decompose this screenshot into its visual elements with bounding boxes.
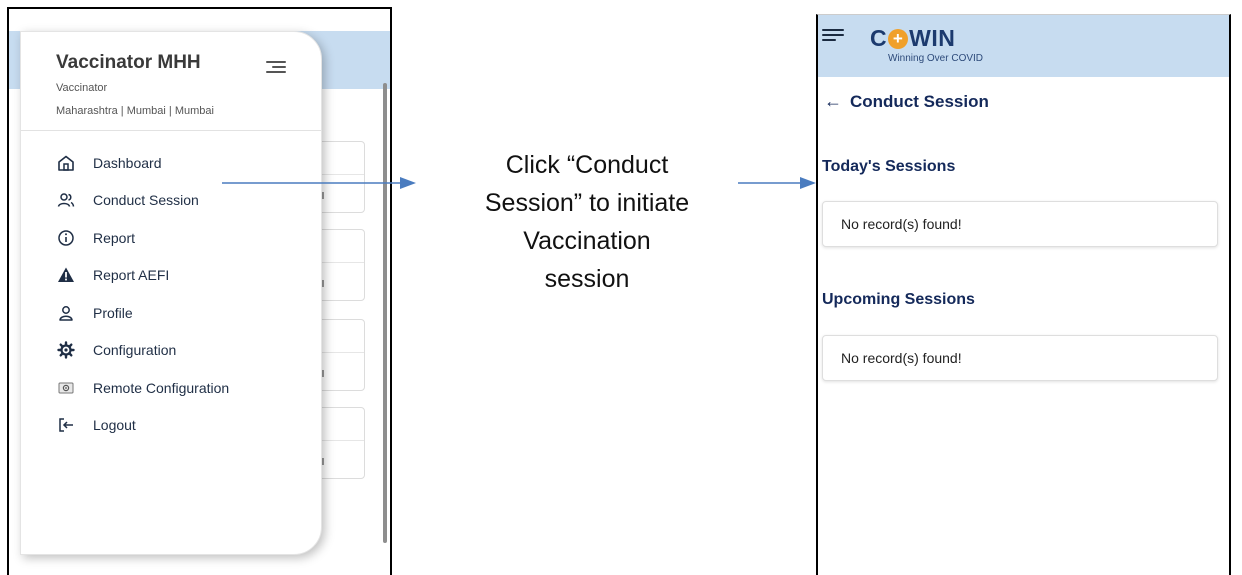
menu-item-label: Report AEFI — [93, 267, 170, 284]
section-title-today: Today's Sessions — [822, 158, 956, 175]
logo-tagline: Winning Over COVID — [888, 53, 984, 64]
menu-item-profile[interactable]: Profile — [21, 294, 321, 332]
logo-suffix: WIN — [909, 25, 956, 51]
instruction-line: Session” to initiate — [484, 189, 690, 217]
menu-item-label: Dashboard — [93, 154, 162, 171]
drawer-divider — [21, 130, 321, 131]
drawer-user-name: Vaccinator MHH — [56, 52, 201, 73]
instruction-line: Vaccination — [523, 227, 651, 255]
logo-prefix: C — [870, 25, 888, 51]
left-phone-screen: Vaccinator MHH Vaccinator Maharashtra | … — [7, 7, 392, 575]
menu-item-configuration[interactable]: Configuration — [21, 332, 321, 370]
right-phone-screen: C + WIN Winning Over COVID ← Conduct Ses… — [816, 14, 1231, 575]
menu-item-label: Conduct Session — [93, 192, 199, 209]
warning-icon — [58, 267, 74, 283]
menu-item-label: Profile — [93, 304, 133, 321]
empty-state-text: No record(s) found! — [841, 216, 962, 232]
menu-item-report[interactable]: Report — [21, 219, 321, 257]
back-arrow-icon[interactable]: ← — [824, 91, 842, 112]
pointer-arrow-right — [738, 177, 816, 189]
drawer-user-role: Vaccinator — [56, 82, 108, 94]
app-header: C + WIN Winning Over COVID — [818, 15, 1229, 77]
instruction-line: session — [544, 265, 630, 293]
menu-item-remote-configuration[interactable]: Remote Configuration — [21, 369, 321, 407]
remote-config-icon — [58, 382, 74, 394]
instruction-line: Click “Conduct — [505, 151, 669, 179]
menu-item-report-aefi[interactable]: Report AEFI — [21, 257, 321, 295]
collapse-menu-icon[interactable] — [266, 60, 286, 73]
pointer-arrow-left — [222, 177, 416, 189]
logout-icon — [59, 418, 73, 432]
navigation-drawer: Vaccinator MHH Vaccinator Maharashtra | … — [20, 31, 322, 555]
menu-item-label: Report — [93, 229, 136, 246]
upcoming-sessions-card: No record(s) found! — [822, 335, 1218, 381]
menu-item-label: Remote Configuration — [93, 379, 230, 396]
tutorial-canvas: Vaccinator MHH Vaccinator Maharashtra | … — [0, 0, 1242, 575]
section-title-upcoming: Upcoming Sessions — [822, 291, 975, 308]
page-header: ← Conduct Session — [824, 91, 989, 112]
hamburger-menu-icon[interactable] — [822, 29, 844, 42]
info-icon — [58, 230, 74, 246]
settings-icon — [57, 341, 75, 359]
menu-item-logout[interactable]: Logout — [21, 407, 321, 445]
user-icon — [59, 305, 73, 321]
instruction-text: Click “Conduct Session” to initiate Vacc… — [452, 146, 722, 298]
logo-plus-icon: + — [888, 28, 909, 49]
drawer-user-location: Maharashtra | Mumbai | Mumbai — [56, 105, 214, 117]
users-icon — [57, 193, 75, 208]
scrollbar[interactable] — [383, 83, 387, 543]
today-sessions-card: No record(s) found! — [822, 201, 1218, 247]
page-title: Conduct Session — [850, 91, 989, 111]
home-icon — [58, 155, 74, 171]
menu-item-label: Configuration — [93, 342, 177, 359]
menu-item-label: Logout — [93, 417, 136, 434]
empty-state-text: No record(s) found! — [841, 350, 962, 366]
cowin-logo: C + WIN — [870, 25, 955, 52]
